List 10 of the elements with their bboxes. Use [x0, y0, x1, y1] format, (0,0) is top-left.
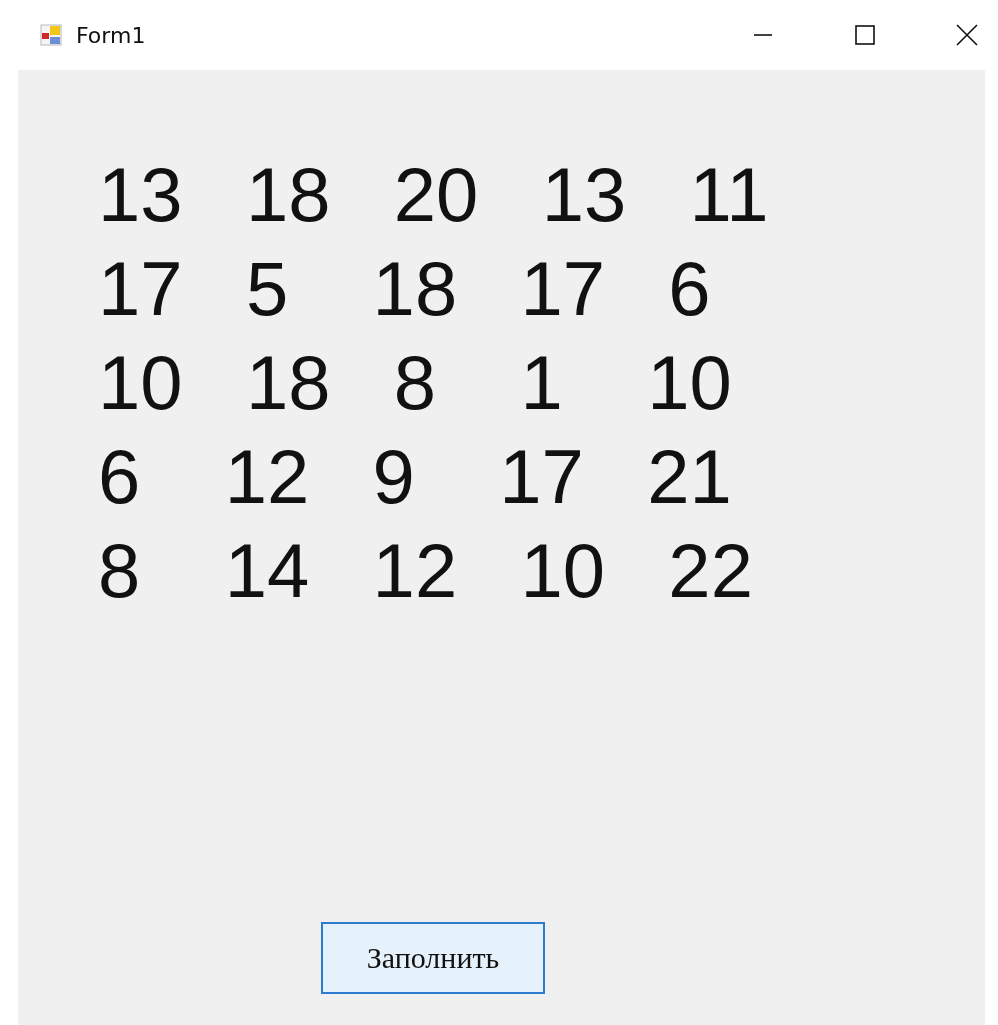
number-row-text: 10 18 8 1 10 — [98, 339, 733, 427]
close-icon[interactable] — [956, 24, 978, 46]
number-row-text: 13 18 20 13 11 — [98, 151, 770, 239]
number-row-text: 8 14 12 10 22 — [98, 527, 754, 615]
maximize-icon[interactable] — [854, 24, 876, 46]
window-title: Form1 — [76, 22, 146, 48]
fill-button[interactable]: Заполнить — [321, 922, 545, 994]
number-row-text: 17 5 18 17 6 — [98, 245, 712, 333]
number-row-text: 6 12 9 17 21 — [98, 433, 733, 521]
app-icon — [40, 24, 62, 46]
